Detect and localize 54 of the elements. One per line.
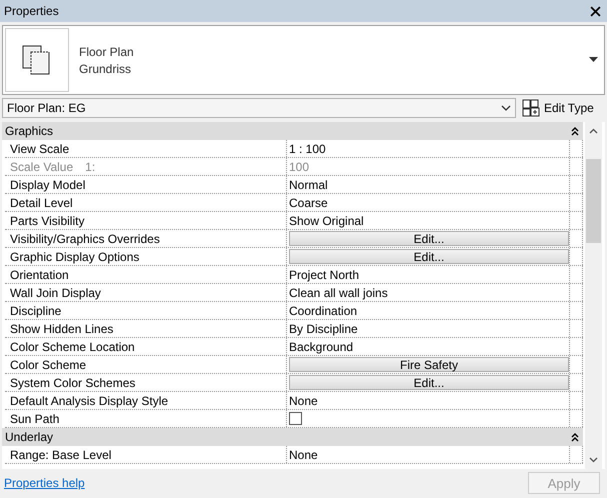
property-edit-button[interactable]: Edit... [289,249,569,264]
property-label: Detail Level [10,196,73,210]
property-edit-button[interactable]: Edit... [289,375,569,390]
property-label: Show Hidden Lines [10,322,114,336]
scrollbar[interactable] [585,122,602,469]
property-label: Wall Join Display [10,286,101,300]
property-value[interactable]: Clean all wall joins [289,286,388,300]
property-value[interactable]: Background [289,340,354,354]
property-label: System Color Schemes [10,376,136,390]
caret-icon[interactable] [589,57,598,63]
scrollbar-thumb[interactable] [586,159,601,243]
property-label: Default Analysis Display Style [10,394,168,408]
close-icon[interactable] [590,6,601,16]
property-label-suffix: 1: [85,160,96,174]
scroll-down-icon[interactable] [589,457,598,463]
family-name: Floor Plan [79,44,135,58]
section-header[interactable]: Underlay [2,428,583,446]
property-value[interactable]: Show Original [289,214,364,228]
property-label: Display Model [10,178,86,192]
property-label: Graphic Display Options [10,250,140,264]
instance-dropdown[interactable]: Floor Plan: EG [2,98,516,118]
property-value[interactable]: Coordination [289,304,358,318]
properties-help-link[interactable]: Properties help [4,476,85,490]
chevron-icon [501,105,511,111]
property-label: Parts Visibility [10,214,84,228]
checkbox[interactable] [289,412,302,425]
edit-type-icon [522,99,540,117]
property-label: Color Scheme [10,358,86,372]
property-label: Discipline [10,304,62,318]
collapse-icon[interactable] [571,432,579,442]
property-label: Scale Value [10,160,74,174]
property-value[interactable]: By Discipline [289,322,358,336]
section-header[interactable]: Graphics [2,122,583,140]
property-label: Color Scheme Location [10,340,135,354]
type-name: Grundriss [79,62,132,76]
property-value[interactable]: 1 : 100 [289,142,326,156]
property-label: View Scale [10,142,70,156]
edit-type-button[interactable]: Edit Type [520,97,596,119]
property-label: Range: Base Level [10,448,112,462]
property-value[interactable]: Normal [289,178,328,192]
property-value[interactable]: Project North [289,268,360,282]
floor-plan-tile[interactable] [5,28,69,92]
property-value[interactable]: Coarse [289,196,328,210]
property-value: 100 [289,160,310,174]
property-edit-button[interactable]: Edit... [289,231,569,246]
property-label: Sun Path [10,412,60,426]
property-label: Visibility/Graphics Overrides [10,232,160,246]
collapse-icon[interactable] [571,126,579,136]
property-value[interactable]: None [289,394,318,408]
scroll-up-icon[interactable] [589,128,598,134]
window-title: Properties [4,4,59,18]
property-edit-button[interactable]: Fire Safety [289,357,569,372]
property-label: Orientation [10,268,69,282]
property-value[interactable]: None [289,448,318,462]
